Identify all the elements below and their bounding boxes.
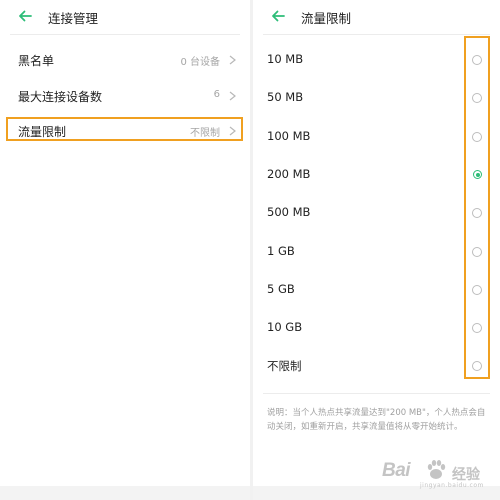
paw-logo-icon <box>427 460 446 479</box>
watermark-cn-text: 经验 <box>452 467 480 483</box>
bottom-bar <box>0 486 250 500</box>
header-divider <box>263 34 490 35</box>
back-arrow-icon[interactable] <box>18 9 32 23</box>
note-divider <box>263 393 490 394</box>
option-label: 50 MB <box>267 90 304 104</box>
option-label: 不限制 <box>267 359 302 373</box>
option-label: 10 MB <box>267 52 304 66</box>
option-500mb[interactable]: 500 MB <box>253 194 500 232</box>
connection-management-panel: 连接管理 黑名单 0 台设备 最大连接设备数 6 流量限制 不限制 <box>0 0 250 500</box>
option-label: 10 GB <box>267 320 303 334</box>
chevron-right-icon <box>229 91 236 101</box>
watermark-url: jingyan.baidu.com <box>420 482 484 489</box>
baidu-jingyan-watermark: Bai 经验 jingyan.baidu.com <box>382 452 492 492</box>
option-label: 1 GB <box>267 244 295 258</box>
option-unlimited[interactable]: 不限制 <box>253 347 500 385</box>
page-title: 连接管理 <box>48 11 99 26</box>
back-arrow-icon[interactable] <box>271 9 285 23</box>
option-10mb[interactable]: 10 MB <box>253 41 500 79</box>
page-title: 流量限制 <box>301 11 352 26</box>
right-header: 流量限制 <box>253 0 500 34</box>
option-label: 5 GB <box>267 282 295 296</box>
radio-column-highlight-box <box>464 36 490 379</box>
option-200mb[interactable]: 200 MB <box>253 156 500 194</box>
max-devices-value: 6 <box>213 89 220 100</box>
option-50mb[interactable]: 50 MB <box>253 79 500 117</box>
watermark-brand: Bai <box>382 460 411 481</box>
left-header: 连接管理 <box>0 0 250 34</box>
option-100mb[interactable]: 100 MB <box>253 118 500 156</box>
option-1gb[interactable]: 1 GB <box>253 233 500 271</box>
option-10gb[interactable]: 10 GB <box>253 309 500 347</box>
blacklist-row[interactable]: 黑名单 0 台设备 <box>0 42 250 78</box>
data-limit-panel: 流量限制 10 MB 50 MB 100 MB 200 MB 500 MB 1 … <box>253 0 500 500</box>
max-devices-row[interactable]: 最大连接设备数 6 <box>0 78 250 114</box>
blacklist-value: 0 台设备 <box>180 57 220 68</box>
option-label: 100 MB <box>267 129 311 143</box>
blacklist-label: 黑名单 <box>18 54 55 68</box>
chevron-right-icon <box>229 55 236 65</box>
option-label: 200 MB <box>267 167 311 181</box>
description-note: 说明：当个人热点共享流量达到"200 MB"，个人热点会自动关闭，如重新开启，共… <box>267 408 486 432</box>
option-5gb[interactable]: 5 GB <box>253 271 500 309</box>
data-limit-highlight-box <box>6 117 243 141</box>
option-label: 500 MB <box>267 205 311 219</box>
max-devices-label: 最大连接设备数 <box>18 90 103 104</box>
header-divider <box>10 34 240 35</box>
